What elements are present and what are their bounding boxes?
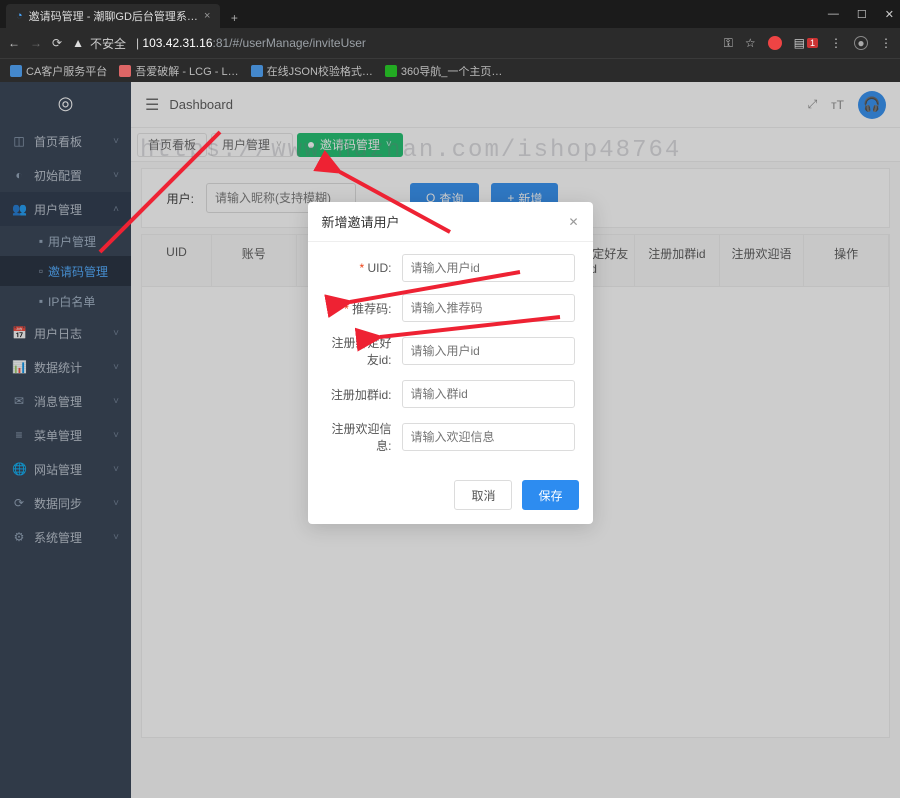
maximize-icon[interactable]: ☐ bbox=[857, 8, 867, 21]
window-titlebar: ◔ 邀请码管理 - 潮聊GD后台管理系… × + — ☐ ✕ bbox=[0, 0, 900, 28]
bookmark-item[interactable]: CA客户服务平台 bbox=[10, 63, 107, 79]
group-input[interactable] bbox=[402, 380, 575, 408]
field-label-welcome: 注册欢迎信息: bbox=[326, 420, 402, 454]
minimize-icon[interactable]: — bbox=[828, 8, 839, 21]
bookmark-item[interactable]: 在线JSON校验格式… bbox=[251, 63, 373, 79]
menu-icon[interactable]: ⋮ bbox=[830, 36, 842, 50]
field-label-code: 推荐码: bbox=[326, 300, 402, 317]
modal-overlay: 新增邀请用户 ✕ UID: 推荐码: 注册绑定好友id: 注册加群id: 注册欢… bbox=[0, 82, 900, 798]
field-label-uid: UID: bbox=[326, 261, 402, 275]
welcome-input[interactable] bbox=[402, 423, 575, 451]
bookmark-item[interactable]: 吾爱破解 - LCG - L… bbox=[119, 63, 238, 79]
reload-icon[interactable]: ⟳ bbox=[52, 36, 62, 50]
field-label-friend: 注册绑定好友id: bbox=[326, 334, 402, 368]
close-icon[interactable]: ✕ bbox=[568, 215, 578, 229]
security-warning[interactable]: ▲ 不安全 bbox=[72, 35, 126, 52]
modal-header: 新增邀请用户 ✕ bbox=[308, 202, 593, 242]
profile-icon[interactable]: ● bbox=[854, 36, 868, 50]
friend-input[interactable] bbox=[402, 337, 575, 365]
extension-icon-red[interactable] bbox=[768, 36, 782, 50]
invite-modal: 新增邀请用户 ✕ UID: 推荐码: 注册绑定好友id: 注册加群id: 注册欢… bbox=[308, 202, 593, 524]
browser-tab[interactable]: ◔ 邀请码管理 - 潮聊GD后台管理系… × bbox=[6, 4, 220, 28]
new-tab-button[interactable]: + bbox=[224, 8, 244, 28]
modal-footer: 取消 保存 bbox=[308, 470, 593, 524]
bookmarks-bar: CA客户服务平台 吾爱破解 - LCG - L… 在线JSON校验格式… 360… bbox=[0, 58, 900, 82]
forward-icon[interactable]: → bbox=[30, 36, 42, 50]
warning-triangle-icon: ▲ bbox=[72, 36, 84, 50]
save-button[interactable]: 保存 bbox=[522, 480, 578, 510]
insecure-label: 不安全 bbox=[90, 35, 126, 52]
back-icon[interactable]: ← bbox=[8, 36, 20, 50]
url-display[interactable]: | 103.42.31.16:81/#/userManage/inviteUse… bbox=[136, 36, 366, 50]
key-icon[interactable]: ⚿ bbox=[724, 36, 733, 51]
code-input[interactable] bbox=[402, 294, 575, 322]
close-tab-icon[interactable]: × bbox=[204, 10, 210, 22]
address-bar: ← → ⟳ ▲ 不安全 | 103.42.31.16:81/#/userMana… bbox=[0, 28, 900, 58]
kebab-icon[interactable]: ⋮ bbox=[880, 36, 892, 50]
star-icon[interactable]: ☆ bbox=[745, 36, 756, 50]
browser-tab-title: 邀请码管理 - 潮聊GD后台管理系… bbox=[29, 8, 198, 24]
extension-badge[interactable]: ▤1 bbox=[794, 36, 818, 50]
cancel-button[interactable]: 取消 bbox=[454, 480, 512, 510]
bookmark-item[interactable]: 360导航_一个主页… bbox=[385, 63, 502, 79]
modal-body: UID: 推荐码: 注册绑定好友id: 注册加群id: 注册欢迎信息: bbox=[308, 242, 593, 470]
modal-title: 新增邀请用户 bbox=[322, 212, 400, 231]
uid-input[interactable] bbox=[402, 254, 575, 282]
app-root: ◎ ◫首页看板˅ ◐初始配置˅ 👥用户管理˄ ▪用户管理 ▫邀请码管理 ▪IP白… bbox=[0, 82, 900, 798]
field-label-group: 注册加群id: bbox=[326, 386, 402, 403]
close-window-icon[interactable]: ✕ bbox=[885, 8, 894, 21]
